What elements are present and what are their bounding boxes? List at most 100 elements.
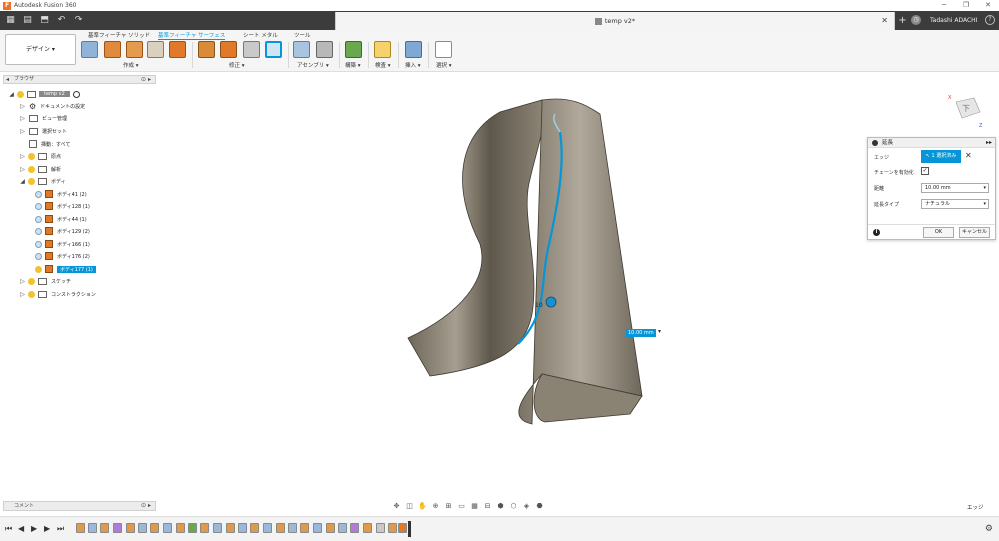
dialog-header[interactable]: 延長 ▸▸ (868, 138, 995, 148)
chevron-down-icon[interactable]: ▾ (983, 184, 986, 192)
tree-item-motion[interactable]: 挿動：すべて (26, 138, 70, 150)
extend-manipulator-icon[interactable] (545, 296, 557, 308)
trim-icon[interactable] (198, 41, 215, 58)
timeline-settings-gear-icon[interactable]: ⚙ (985, 524, 993, 534)
timeline-feature[interactable] (300, 523, 309, 533)
undo-icon[interactable]: ↶ (55, 14, 68, 27)
timeline-feature[interactable] (398, 523, 407, 533)
comments-panel-header[interactable]: コメント ⊙ ▸ (3, 501, 156, 511)
tree-item-bodies[interactable]: ◢ ボディ (19, 175, 66, 187)
close-window-button[interactable]: ✕ (977, 0, 999, 11)
new-component-icon[interactable] (293, 41, 310, 58)
expand-right-icon[interactable]: ▷ (19, 128, 26, 135)
browser-header[interactable]: ◂ ブラウザ ⊙ ▸ (3, 75, 156, 84)
minimize-button[interactable]: ─ (933, 0, 955, 11)
timeline-feature[interactable] (326, 523, 335, 533)
timeline-feature[interactable] (113, 523, 122, 533)
clear-selection-icon[interactable]: ✕ (965, 151, 972, 160)
timeline-last-icon[interactable]: ⏭ (57, 524, 64, 534)
timeline-feature[interactable] (313, 523, 322, 533)
file-menu-icon[interactable]: ▤ (21, 14, 34, 27)
revolve-icon[interactable] (126, 41, 143, 58)
display-settings-icon[interactable]: ▭ (457, 502, 466, 511)
tree-item-origin[interactable]: ▷ 原点 (19, 150, 61, 162)
ok-button[interactable]: OK (923, 227, 954, 238)
distance-dimension-value[interactable]: 10.00 mm (626, 329, 656, 337)
tree-item-sketches[interactable]: ▷ スケッチ (19, 275, 71, 287)
measure-icon[interactable] (374, 41, 391, 58)
timeline-prev-icon[interactable]: ◀ (18, 524, 24, 533)
visibility-bulb-icon[interactable] (35, 190, 42, 198)
timeline-feature[interactable] (288, 523, 297, 533)
group-modify-label[interactable]: 修正 ▾ (229, 61, 245, 69)
timeline-feature[interactable] (200, 523, 209, 533)
tab-surface[interactable]: 基準フィーチャ サーフェス (158, 31, 226, 40)
chain-checkbox[interactable]: ✓ (921, 167, 929, 175)
joint-icon[interactable] (316, 41, 333, 58)
redo-icon[interactable]: ↷ (72, 14, 85, 27)
expand-right-icon[interactable]: ▷ (19, 278, 26, 285)
body-item[interactable]: ボディ41 (2) (33, 188, 87, 200)
fit-icon[interactable]: ⊞ (444, 502, 453, 511)
data-panel-grid-icon[interactable]: ▦ (4, 14, 17, 27)
user-account[interactable]: Tadashi ADACHI (930, 15, 977, 26)
stitch-icon[interactable] (243, 41, 260, 58)
body-item[interactable]: ボディ128 (1) (33, 200, 90, 212)
group-create-label[interactable]: 作成 ▾ (123, 61, 139, 69)
timeline-next-icon[interactable]: ▶ (44, 524, 50, 533)
visibility-bulb-icon[interactable] (35, 202, 42, 210)
tree-item-selection-sets[interactable]: ▷ 選択セット (19, 125, 67, 137)
offset-plane-icon[interactable] (345, 41, 362, 58)
orbit-icon[interactable]: ✥ (392, 502, 401, 511)
insert-image-icon[interactable] (405, 41, 422, 58)
select-icon[interactable] (435, 41, 452, 58)
timeline-first-icon[interactable]: ⏮ (5, 524, 12, 534)
timeline-feature[interactable] (138, 523, 147, 533)
visibility-bulb-icon[interactable] (28, 165, 35, 173)
select-vertex-filter-icon[interactable]: ⬣ (535, 502, 544, 511)
timeline-feature[interactable] (276, 523, 285, 533)
timeline-feature[interactable] (376, 523, 385, 533)
visibility-bulb-icon[interactable] (28, 152, 35, 160)
timeline-feature[interactable] (100, 523, 109, 533)
document-tab[interactable]: temp v2* ✕ (335, 12, 895, 30)
group-inspect-label[interactable]: 検査 ▾ (375, 61, 391, 69)
sweep-icon[interactable] (147, 41, 164, 58)
activate-target-icon[interactable] (72, 90, 80, 98)
extend-type-select[interactable]: ナチュラル ▾ (921, 199, 989, 209)
expand-right-icon[interactable]: ▷ (19, 103, 26, 110)
expand-down-icon[interactable]: ◢ (8, 91, 15, 98)
timeline-feature[interactable] (88, 523, 97, 533)
tab-solid[interactable]: 基準フィーチャ ソリッド (88, 31, 150, 39)
timeline-feature[interactable] (188, 523, 197, 533)
zoom-icon[interactable]: ⊕ (431, 502, 440, 511)
cancel-button[interactable]: キャンセル (959, 227, 990, 238)
visibility-bulb-icon[interactable] (35, 252, 42, 260)
expand-right-icon[interactable]: ▷ (19, 166, 26, 173)
expand-right-icon[interactable]: ▷ (19, 115, 26, 122)
group-insert-label[interactable]: 挿入 ▾ (405, 61, 421, 69)
timeline-feature[interactable] (238, 523, 247, 533)
extrude-icon[interactable] (104, 41, 121, 58)
timeline-feature[interactable] (250, 523, 259, 533)
timeline-feature[interactable] (263, 523, 272, 533)
collapse-icon[interactable]: ◂ (6, 76, 9, 83)
chevron-down-icon[interactable]: ▾ (658, 328, 661, 335)
comments-toggle-icon[interactable]: ⊙ ▸ (141, 502, 151, 510)
visibility-bulb-icon[interactable] (28, 290, 35, 298)
patch-icon[interactable] (169, 41, 186, 58)
expand-dialog-icon[interactable]: ▸▸ (986, 138, 992, 148)
visibility-bulb-icon[interactable] (28, 277, 35, 285)
viewports-icon[interactable]: ⊟ (483, 502, 492, 511)
timeline-feature[interactable] (350, 523, 359, 533)
body-item[interactable]: ボディ166 (1) (33, 238, 90, 250)
visibility-bulb-icon[interactable] (17, 90, 24, 98)
look-at-icon[interactable]: ◫ (405, 502, 414, 511)
maximize-button[interactable]: ❐ (955, 0, 977, 11)
browser-pin-icon[interactable]: ⊙ ▸ (141, 76, 151, 83)
tab-sheet-metal[interactable]: シート メタル (243, 31, 278, 39)
tree-root[interactable]: ◢ temp v2 (8, 88, 80, 100)
select-face-filter-icon[interactable]: ⬡ (509, 502, 518, 511)
workspace-switcher-button[interactable]: デザイン ▾ (5, 34, 76, 65)
create-sketch-icon[interactable] (81, 41, 98, 58)
